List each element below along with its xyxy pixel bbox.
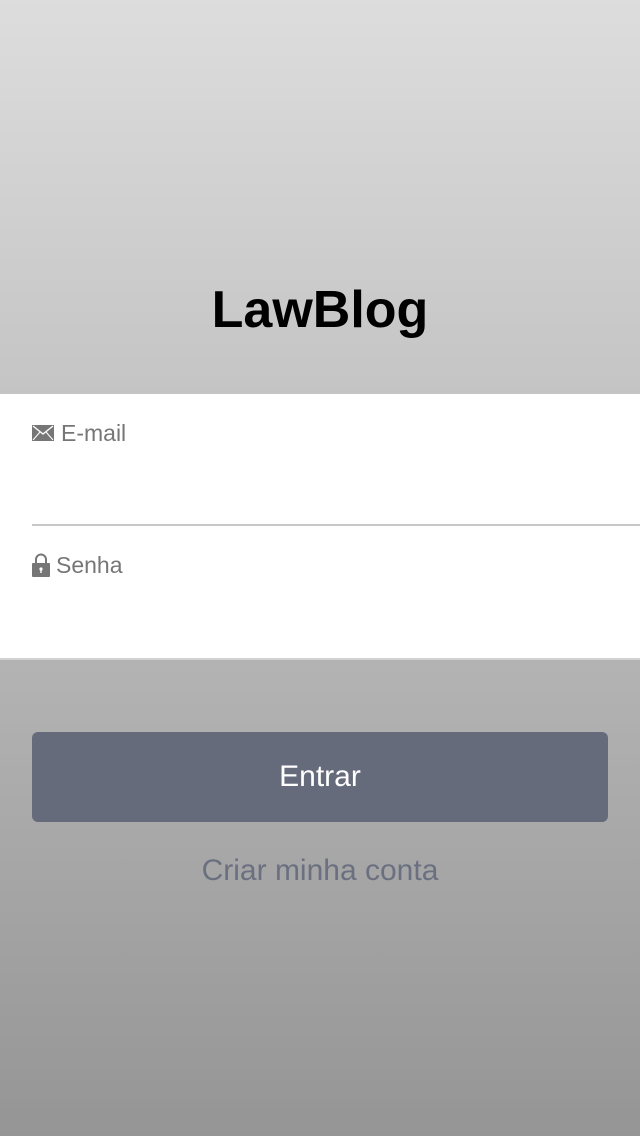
password-label: Senha: [56, 551, 123, 578]
create-account-link[interactable]: Criar minha conta: [0, 854, 640, 888]
password-label-row: Senha: [32, 548, 123, 582]
login-screen: LawBlog E-mail Senha Entrar Criar minha …: [0, 0, 640, 1136]
password-input[interactable]: [32, 588, 608, 640]
email-label-row: E-mail: [32, 416, 126, 450]
login-form: E-mail Senha: [0, 394, 640, 660]
lock-icon: [32, 553, 50, 577]
app-title: LawBlog: [211, 281, 429, 339]
envelope-icon: [32, 425, 54, 441]
login-button[interactable]: Entrar: [32, 732, 608, 822]
password-field[interactable]: Senha: [32, 526, 640, 656]
email-label: E-mail: [61, 419, 127, 446]
email-field[interactable]: E-mail: [32, 394, 640, 526]
email-input[interactable]: [32, 456, 608, 508]
